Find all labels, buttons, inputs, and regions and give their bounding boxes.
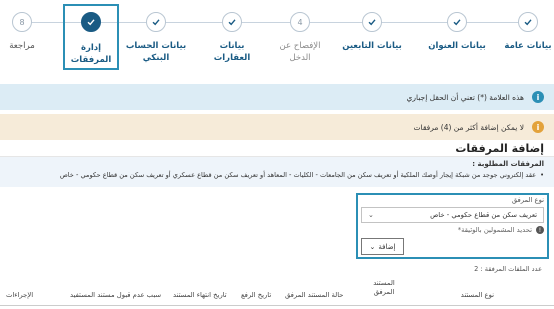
step-label: بيانات الحساب البنكي (125, 41, 187, 63)
info-icon: i (532, 91, 544, 103)
alert-text: هذه العلامة (*) تعني أن الحقل إجباري (406, 92, 524, 102)
required-attachments-panel: المرفقات المطلوبة : عقد إلكتروني جوجد من… (0, 157, 554, 187)
step-label: إدارة المرفقات (70, 43, 112, 65)
column-header: تاريخ انتهاء المستند (173, 291, 227, 299)
chevron-down-icon: ⌄ (368, 211, 374, 219)
covered-persons-hint: ! تحديد المشمولين بالوثيقة* (361, 226, 544, 234)
table-header-rule (0, 305, 554, 306)
info-icon: ! (536, 226, 544, 234)
attachments-count: عدد الملفات المرفقة : 2 (474, 265, 542, 273)
required-fields-alert: هذه العلامة (*) تعني أن الحقل إجباري i (0, 84, 554, 110)
check-icon (518, 12, 538, 32)
attachment-form: نوع المرفق تعريف سكن من قطاع حكومي - خاص… (361, 196, 544, 256)
check-icon (146, 12, 166, 32)
required-attachments-title: المرفقات المطلوبة : (472, 160, 544, 168)
attachments-table-header: نوع المستند المستند المرفق حالة المستند … (0, 276, 554, 306)
max-attachments-alert: لا يمكن إضافة أكثر من (4) مرفقات i (0, 114, 554, 140)
check-icon (447, 12, 467, 32)
hint-text: تحديد المشمولين بالوثيقة* (457, 226, 532, 234)
column-header: نوع المستند (460, 291, 494, 299)
add-attachment-button[interactable]: إضافة ⌄ (361, 238, 404, 255)
attachment-type-select[interactable]: تعريف سكن من قطاع حكومي - خاص ⌄ (361, 207, 544, 223)
step-attachments[interactable]: إدارة المرفقات (63, 4, 119, 70)
step-label: بيانات التابعين (342, 41, 402, 51)
add-button-label: إضافة (378, 242, 396, 251)
page-title: إضافة المرفقات (455, 142, 544, 155)
chevron-down-icon: ⌄ (369, 242, 376, 251)
column-header: تاريخ الرفع (241, 291, 272, 299)
column-header: المستند المرفق (373, 279, 395, 296)
column-header: حالة المستند المرفق (285, 291, 344, 299)
select-value: تعريف سكن من قطاع حكومي - خاص (430, 211, 537, 219)
step-number: 4 (290, 12, 310, 32)
step-label: بيانات عامة (504, 41, 552, 51)
column-header: سبب عدم قبول مستند المستفيد (70, 291, 162, 299)
progress-stepper: بيانات عامة بيانات العنوان بيانات التابع… (0, 0, 554, 74)
check-icon (362, 12, 382, 32)
step-label: بيانات العنوان (428, 41, 486, 51)
required-attachment-item: عقد إلكتروني جوجد من شبكة إيجار أوصك الم… (10, 171, 544, 179)
alert-text: لا يمكن إضافة أكثر من (4) مرفقات (413, 122, 524, 132)
check-icon (222, 12, 242, 32)
step-number: 8 (12, 12, 32, 32)
attachment-type-label: نوع المرفق (511, 196, 544, 204)
step-label: الإفصاح عن الدخل (279, 41, 321, 63)
step-label: بيانات العقارات (213, 41, 251, 63)
column-header: الإجراءات (6, 291, 34, 299)
check-icon (81, 12, 101, 32)
info-icon: i (532, 121, 544, 133)
step-label: مراجعة (9, 41, 35, 51)
